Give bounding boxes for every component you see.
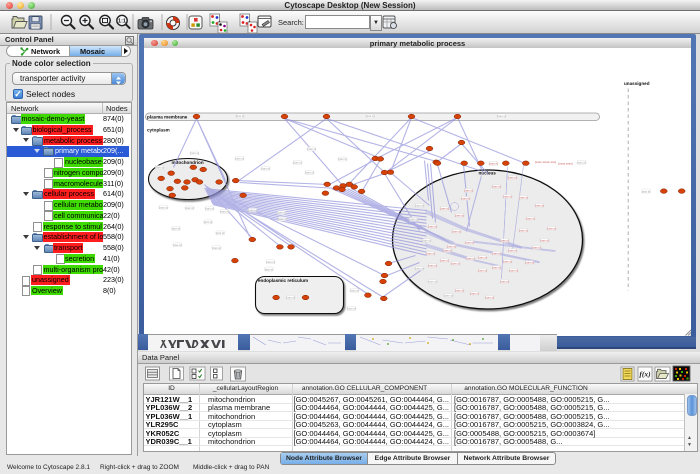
svg-text:[xxx x]: [xxx x] <box>525 261 533 265</box>
svg-text:[xxx x]: [xxx x] <box>235 157 243 161</box>
svg-text:[xxx x]: [xxx x] <box>426 252 434 256</box>
svg-text:[xxx x]: [xxx x] <box>465 241 473 245</box>
svg-text:[xxx x]: [xxx x] <box>577 161 585 165</box>
svg-text:[xxx x]: [xxx x] <box>277 211 285 215</box>
svg-text:[xxx x]: [xxx x] <box>338 157 346 161</box>
svg-text:[xxx x]: [xxx x] <box>455 289 463 293</box>
svg-text:[xxx x]: [xxx x] <box>190 151 198 155</box>
svg-text:[xxx x]: [xxx x] <box>451 262 459 266</box>
svg-text:[xxx x]: [xxx x] <box>155 166 163 170</box>
svg-text:[xxx x]: [xxx x] <box>409 218 417 222</box>
svg-text:[xxx x]: [xxx x] <box>172 227 180 231</box>
svg-text:[xxx x]: [xxx x] <box>464 189 472 193</box>
svg-text:[xxx x]: [xxx x] <box>500 280 508 284</box>
svg-text:[xxx x]: [xxx x] <box>547 227 555 231</box>
svg-text:[xxx x]: [xxx x] <box>278 217 286 221</box>
svg-text:[xxx x]: [xxx x] <box>452 230 460 234</box>
svg-text:[xxx x]: [xxx x] <box>415 204 423 208</box>
svg-text:[xxx x]: [xxx x] <box>415 267 423 271</box>
svg-text:[xxx x]: [xxx x] <box>466 257 474 261</box>
svg-text:[xxx x]: [xxx x] <box>350 289 358 293</box>
svg-text:f(x): f(x) <box>639 370 651 379</box>
svg-text:[xxx x]: [xxx x] <box>492 252 500 256</box>
svg-text:[xxx x]: [xxx x] <box>440 259 448 263</box>
svg-text:[xxx x]: [xxx x] <box>261 167 269 171</box>
svg-text:[xxx x]: [xxx x] <box>461 197 469 201</box>
svg-text:unassigned: unassigned <box>624 81 650 86</box>
svg-text:[xxx x]: [xxx x] <box>642 189 650 193</box>
svg-text:[xxx x]: [xxx x] <box>204 220 212 224</box>
svg-text:[xxx x]: [xxx x] <box>503 260 511 264</box>
svg-text:[xxx x]: [xxx x] <box>347 307 355 311</box>
svg-text:[xxxx xxxxx xxx]: [xxxx xxxxx xxx] <box>535 160 556 164</box>
svg-text:[xxx x]: [xxx x] <box>470 292 478 296</box>
svg-text:[xxx x]: [xxx x] <box>509 269 517 273</box>
svg-text:1:1: 1:1 <box>118 18 126 24</box>
svg-text:[xxx x]: [xxx x] <box>428 280 436 284</box>
svg-text:[xxx x]: [xxx x] <box>532 246 540 250</box>
svg-text:[xxx x]: [xxx x] <box>444 294 452 298</box>
svg-text:[xxx x]: [xxx x] <box>422 239 430 243</box>
svg-text:[xxx x]: [xxx x] <box>220 210 228 214</box>
svg-text:[xxx x]: [xxx x] <box>492 266 500 270</box>
svg-text:[xxx x]: [xxx x] <box>286 296 294 300</box>
svg-text:[xxx x]: [xxx x] <box>500 239 508 243</box>
svg-text:[xxx x]: [xxx x] <box>305 171 313 175</box>
svg-text:[xxx x]: [xxx x] <box>440 207 448 211</box>
svg-text:[xxx x]: [xxx x] <box>503 195 511 199</box>
svg-text:[xxx x]: [xxx x] <box>293 161 301 165</box>
svg-text:[xxx x]: [xxx x] <box>216 231 224 235</box>
svg-text:[xxx x]: [xxx x] <box>173 243 181 247</box>
svg-text:[xxx x]: [xxx x] <box>428 264 436 268</box>
svg-text:[xxx x]: [xxx x] <box>428 225 436 229</box>
svg-text:[xxx x]: [xxx x] <box>526 217 534 221</box>
svg-text:[xxx x]: [xxx x] <box>519 229 527 233</box>
svg-text:[xxx x]: [xxx x] <box>497 114 505 118</box>
svg-text:[xxx x]: [xxx x] <box>265 267 273 271</box>
svg-text:[xxx x]: [xxx x] <box>236 114 244 118</box>
svg-text:[xxx x]: [xxx x] <box>212 246 220 250</box>
svg-text:[xxx x]: [xxx x] <box>443 249 451 253</box>
svg-text:plasma membrane: plasma membrane <box>147 114 188 119</box>
svg-text:[xxx x]: [xxx x] <box>519 196 527 200</box>
svg-text:endoplasmic reticulum: endoplasmic reticulum <box>258 278 308 283</box>
svg-text:[xxx x]: [xxx x] <box>508 249 516 253</box>
svg-text:[xxx x]: [xxx x] <box>508 176 516 180</box>
svg-text:[xxx x]: [xxx x] <box>492 185 500 189</box>
svg-text:cytoplasm: cytoplasm <box>147 128 170 133</box>
svg-text:[xxx x]: [xxx x] <box>248 208 256 212</box>
svg-text:[xxx x]: [xxx x] <box>266 260 274 264</box>
svg-text:[xxx x]: [xxx x] <box>535 204 543 208</box>
svg-text:[xxx x]: [xxx x] <box>540 239 548 243</box>
svg-text:[xxx x]: [xxx x] <box>159 205 167 209</box>
svg-text:[xxx x]: [xxx x] <box>185 206 193 210</box>
svg-text:[xxx x]: [xxx x] <box>478 269 486 273</box>
svg-text:[xxx x]: [xxx x] <box>366 114 374 118</box>
svg-text:[xxx x]: [xxx x] <box>205 207 213 211</box>
svg-text:[xxxx xxxx]: [xxxx xxxx] <box>559 162 573 166</box>
svg-text:[xxx x]: [xxx x] <box>489 162 497 166</box>
svg-text:[xxx x]: [xxx x] <box>478 256 486 260</box>
svg-text:[xxx x]: [xxx x] <box>455 214 463 218</box>
svg-text:[xxx x]: [xxx x] <box>485 296 493 300</box>
svg-text:[xxx x]: [xxx x] <box>307 147 315 151</box>
